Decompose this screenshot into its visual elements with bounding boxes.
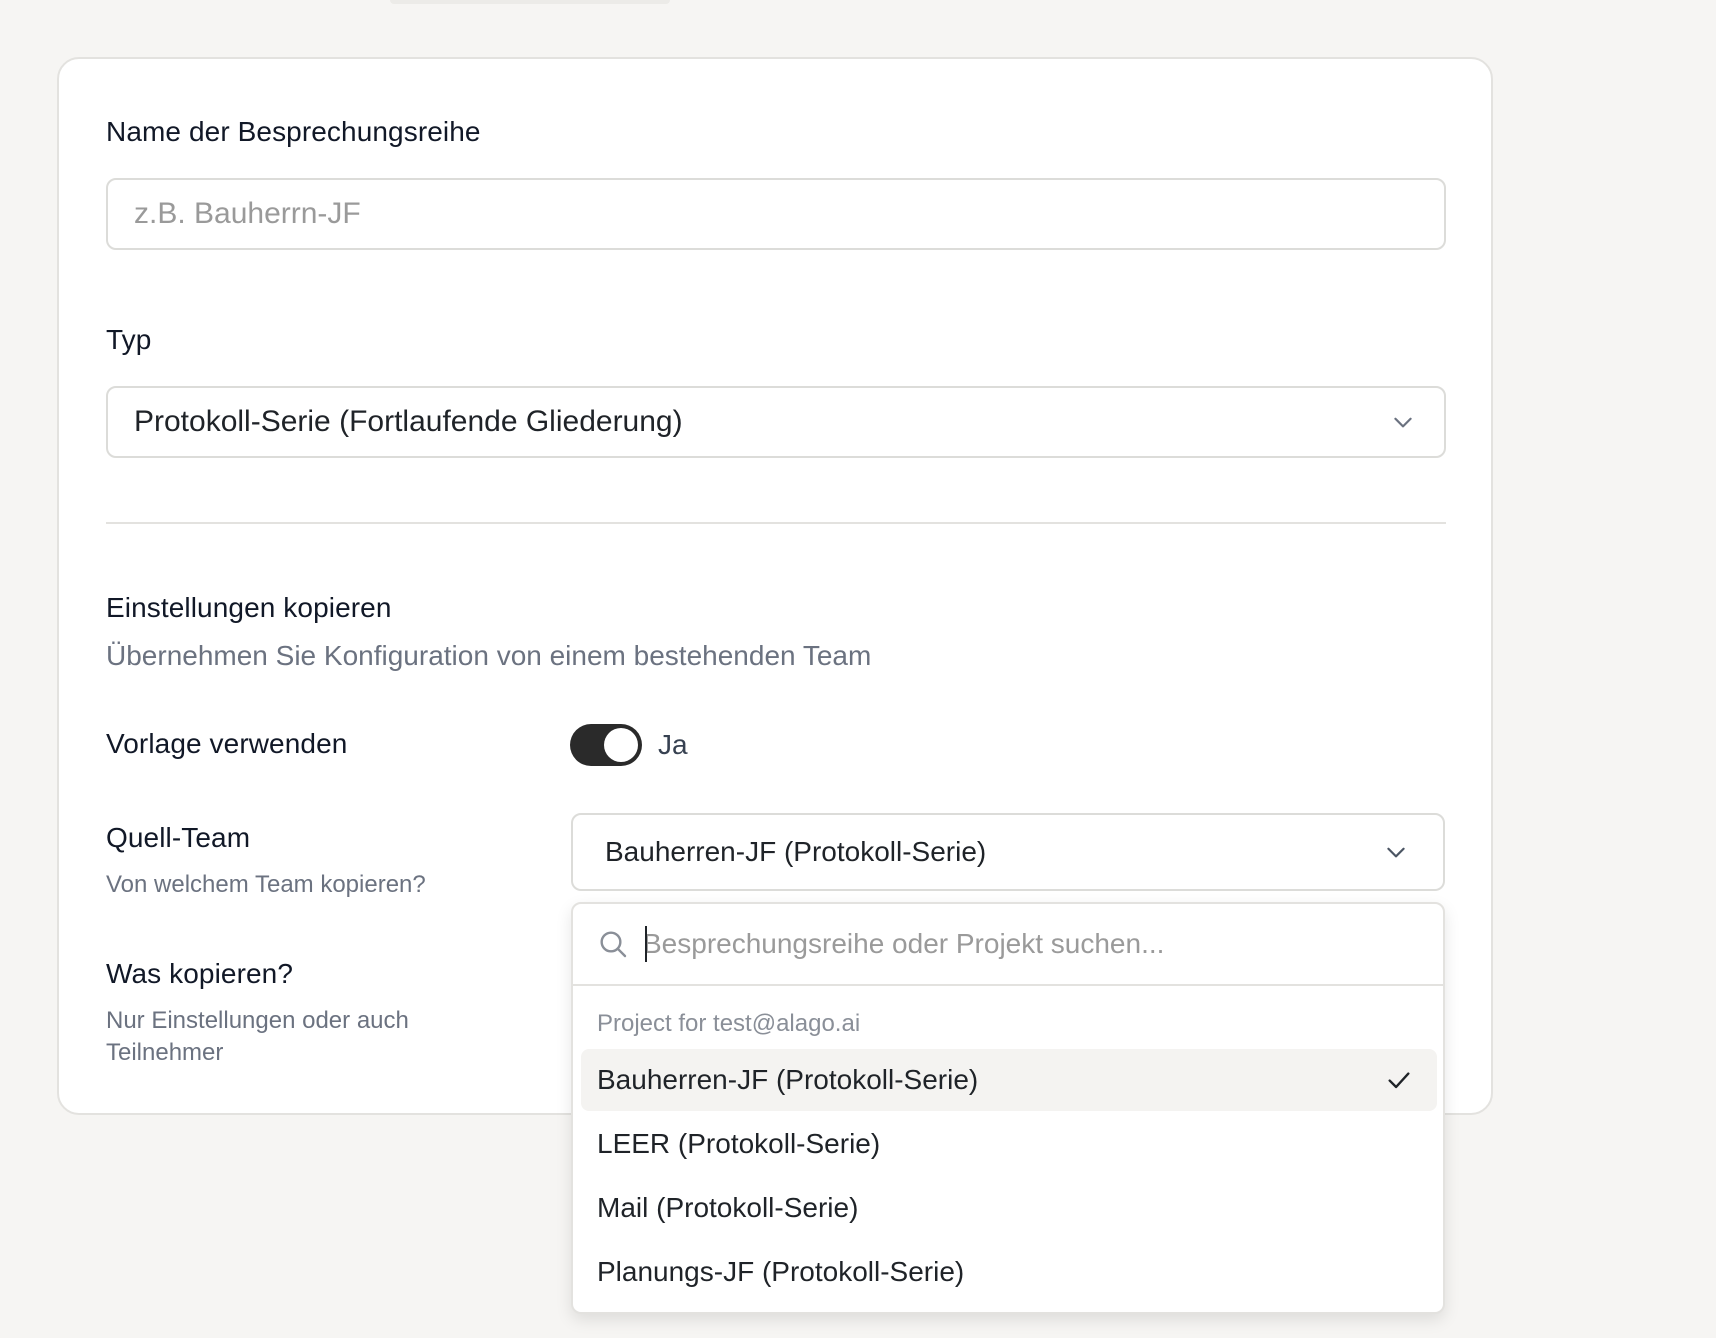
source-team-select-value: Bauherren-JF (Protokoll-Serie) [605,836,987,867]
dropdown-option-label: Planungs-JF (Protokoll-Serie) [597,1256,965,1287]
dropdown-option-label: Mail (Protokoll-Serie) [597,1192,859,1223]
name-input[interactable]: z.B. Bauherrn-JF [106,178,1446,250]
check-icon [1388,1072,1410,1089]
text-caret [645,926,647,962]
dropdown-option-label: LEER (Protokoll-Serie) [597,1128,881,1159]
use-template-toggle[interactable] [570,724,642,766]
dropdown-search-input[interactable] [643,924,1403,964]
dropdown-search-row [573,904,1443,986]
section-divider [106,522,1446,524]
copy-settings-subtitle: Übernehmen Sie Konfiguration von einem b… [106,640,872,671]
type-select[interactable]: Protokoll-Serie (Fortlaufende Gliederung… [106,386,1446,458]
use-template-label: Vorlage verwenden [106,728,348,759]
name-label: Name der Besprechungsreihe [106,116,481,147]
toggle-knob [604,728,638,762]
search-icon [600,931,627,958]
what-copy-label: Was kopieren? [106,958,294,989]
dropdown-group-label: Project for test@alago.ai [597,1010,861,1037]
copy-settings-title: Einstellungen kopieren [106,592,392,623]
source-team-label: Quell-Team [106,822,251,853]
chevron-down-icon [1394,417,1412,428]
type-select-value: Protokoll-Serie (Fortlaufende Gliederung… [134,405,683,438]
dropdown-option[interactable]: Bauherren-JF (Protokoll-Serie) [581,1049,1437,1111]
name-input-placeholder: z.B. Bauherrn-JF [134,197,361,230]
source-team-dropdown: Project for test@alago.ai Bauherren-JF (… [571,902,1445,1314]
chevron-down-icon [1387,847,1405,858]
what-copy-helper-line1: Nur Einstellungen oder auch [106,1007,409,1034]
dropdown-option[interactable]: Planungs-JF (Protokoll-Serie) [581,1241,1437,1303]
source-team-helper: Von welchem Team kopieren? [106,871,426,898]
source-team-select[interactable]: Bauherren-JF (Protokoll-Serie) [571,813,1445,891]
dropdown-option[interactable]: Mail (Protokoll-Serie) [581,1177,1437,1239]
what-copy-helper-line2: Teilnehmer [106,1039,224,1066]
dropdown-option-label: Bauherren-JF (Protokoll-Serie) [597,1064,979,1095]
toggle-state-label: Ja [658,729,688,760]
top-scroll-edge [390,0,670,4]
type-label: Typ [106,324,152,355]
dropdown-option[interactable]: LEER (Protokoll-Serie) [581,1113,1437,1175]
